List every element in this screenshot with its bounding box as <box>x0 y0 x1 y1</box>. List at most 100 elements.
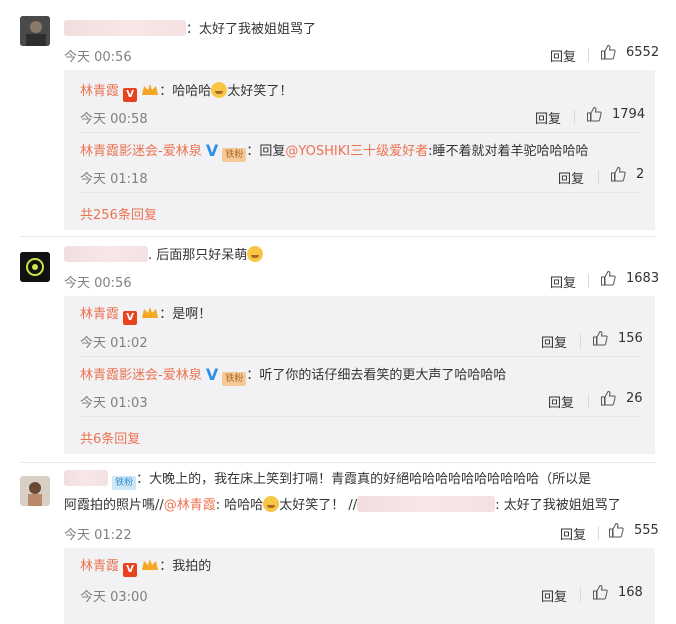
sub-reply-text: 林青霞影迷会-爱林泉 V 铁粉 ：回复@YOSHIKI三十级爱好者:睡不着就对着羊… <box>80 142 588 162</box>
like-count: 156 <box>618 330 643 346</box>
comment-body: ：太好了我被姐姐骂了 <box>186 22 317 37</box>
like-button[interactable]: 168 <box>592 584 643 600</box>
like-button[interactable]: 6552 <box>600 44 659 60</box>
more-replies-link[interactable]: 共256条回复 <box>80 204 157 223</box>
timestamp: 今天 00:56 <box>64 276 132 291</box>
sub-reply: 林青霞 V ：是啊！ 今天 01:02 回复 156 <box>80 296 655 356</box>
reply-button[interactable]: 回复 <box>560 524 586 543</box>
username-link[interactable]: 林青霞影迷会-爱林泉 <box>80 144 202 159</box>
eye-logo-icon <box>20 252 50 282</box>
divider <box>574 110 575 124</box>
username-link[interactable]: 林青霞 <box>80 307 119 322</box>
verified-badge-icon: V <box>123 563 138 577</box>
sub-reply-text: 林青霞 V ：我拍的 <box>80 558 211 577</box>
sub-reply-body: :睡不着就对着羊驼哈哈哈哈 <box>428 144 589 159</box>
sub-reply-text: 林青霞 V ：哈哈哈 太好笑了！ <box>80 82 292 102</box>
thumbs-up-icon <box>611 166 626 182</box>
divider <box>588 394 589 408</box>
divider <box>598 170 599 184</box>
like-button[interactable]: 555 <box>608 522 659 538</box>
divider <box>580 588 581 602</box>
iron-fan-badge: 铁粉 <box>222 372 247 386</box>
like-count: 2 <box>636 166 645 182</box>
user-photo-icon <box>20 476 50 506</box>
reply-panel: 林青霞 V ：哈哈哈 太好笑了！ 今天 00:58 回复 1794 林青霞影迷会-… <box>64 70 655 230</box>
comment-text: 铁粉 ：大晚上的，我在床上笑到打嗝！青霞真的好絕哈哈哈哈哈哈哈哈哈哈（所以是 <box>64 470 591 490</box>
reply-panel: 林青霞 V ：我拍的 今天 03:00 回复 168 <box>64 548 655 624</box>
username-link[interactable]: 林青霞 <box>80 84 119 99</box>
username-link[interactable]: 林青霞影迷会-爱林泉 <box>80 368 202 383</box>
member-crown-icon <box>142 307 159 318</box>
comment-body-part: : 太好了我被姐姐骂了 <box>495 498 621 513</box>
like-button[interactable]: 26 <box>600 390 643 406</box>
mention-link[interactable]: @YOSHIKI三十级爱好者 <box>285 144 428 159</box>
iron-fan-badge: 铁粉 <box>222 148 247 162</box>
like-count: 555 <box>634 522 659 538</box>
more-replies-link[interactable]: 共6条回复 <box>80 428 140 447</box>
like-count: 26 <box>626 390 643 406</box>
verified-badge-icon: V <box>123 311 138 325</box>
like-button[interactable]: 156 <box>592 330 643 346</box>
comment-3: 铁粉 ：大晚上的，我在床上笑到打嗝！青霞真的好絕哈哈哈哈哈哈哈哈哈哈（所以是 阿霞… <box>0 462 676 624</box>
sub-reply: 林青霞 V ：哈哈哈 太好笑了！ 今天 00:58 回复 1794 <box>80 70 655 132</box>
grin-emoji-icon <box>211 82 228 98</box>
blurred-username[interactable] <box>64 246 148 262</box>
reply-button[interactable]: 回复 <box>548 392 574 411</box>
sub-reply: 林青霞影迷会-爱林泉 V 铁粉 ：听了你的话仔细去看笑的更大声了哈哈哈哈 今天 0… <box>80 356 655 416</box>
like-count: 6552 <box>626 44 660 60</box>
timestamp: 今天 03:00 <box>80 590 148 605</box>
comment-text: ：太好了我被姐姐骂了 <box>64 20 316 39</box>
timestamp: 今天 01:03 <box>80 396 148 411</box>
thumbs-up-icon <box>601 390 616 406</box>
reply-button[interactable]: 回复 <box>541 586 567 605</box>
username-link[interactable]: 林青霞 <box>80 559 119 574</box>
comment-body-line1: ：大晚上的，我在床上笑到打嗝！青霞真的好絕哈哈哈哈哈哈哈哈哈哈（所以是 <box>136 472 592 487</box>
member-crown-icon <box>142 559 159 570</box>
sub-reply-body-end: 太好笑了！ <box>227 84 293 99</box>
sub-reply-text: 林青霞 V ：是啊！ <box>80 306 211 325</box>
blurred-mention[interactable] <box>357 496 496 512</box>
like-button[interactable]: 2 <box>610 166 644 182</box>
blurred-username[interactable] <box>64 20 186 36</box>
reply-button[interactable]: 回复 <box>535 108 561 127</box>
divider <box>580 334 581 348</box>
sub-reply-body: ：哈哈哈 <box>159 84 212 99</box>
blue-verified-icon: V <box>205 365 219 384</box>
sub-reply-text: 林青霞影迷会-爱林泉 V 铁粉 ：听了你的话仔细去看笑的更大声了哈哈哈哈 <box>80 366 506 386</box>
verified-badge-icon: V <box>123 88 138 102</box>
reply-button[interactable]: 回复 <box>550 272 576 291</box>
comment-body-part: 阿霞拍的照片嗎// <box>64 498 164 513</box>
reply-button[interactable]: 回复 <box>541 332 567 351</box>
divider <box>588 274 589 288</box>
blue-verified-icon: V <box>205 141 219 160</box>
sub-reply-prefix: ：回复 <box>246 144 286 159</box>
like-count: 168 <box>618 584 643 600</box>
blurred-username[interactable] <box>64 470 108 486</box>
avatar[interactable] <box>20 16 50 46</box>
avatar[interactable] <box>20 252 50 282</box>
thumbs-up-icon <box>609 522 624 538</box>
reply-button[interactable]: 回复 <box>558 168 584 187</box>
thumbs-up-icon <box>601 44 616 60</box>
sub-reply-body: ：是啊！ <box>159 307 212 322</box>
thumbs-up-icon <box>601 270 616 286</box>
grin-emoji-icon <box>263 496 280 512</box>
divider <box>80 416 639 417</box>
divider <box>598 526 599 540</box>
avatar[interactable] <box>20 476 50 506</box>
reply-button[interactable]: 回复 <box>550 46 576 65</box>
sub-reply: 林青霞影迷会-爱林泉 V 铁粉 ：回复@YOSHIKI三十级爱好者:睡不着就对着羊… <box>80 132 655 192</box>
timestamp: 今天 01:18 <box>80 172 148 187</box>
comment-body: . 后面那只好呆萌 <box>148 248 248 263</box>
comment-text-line2: 阿霞拍的照片嗎//@林青霞: 哈哈哈 太好笑了！ //: 太好了我被姐姐骂了 <box>64 496 621 515</box>
like-button[interactable]: 1794 <box>586 106 645 122</box>
sub-reply-body: ：我拍的 <box>159 559 212 574</box>
thumbs-up-icon <box>593 330 608 346</box>
like-count: 1683 <box>626 270 660 286</box>
divider <box>80 192 639 193</box>
mention-link[interactable]: @林青霞 <box>164 498 216 513</box>
like-button[interactable]: 1683 <box>600 270 659 286</box>
thumbs-up-icon <box>587 106 602 122</box>
laugh-emoji-icon <box>247 246 264 262</box>
iron-fan-badge: 铁粉 <box>112 476 137 490</box>
